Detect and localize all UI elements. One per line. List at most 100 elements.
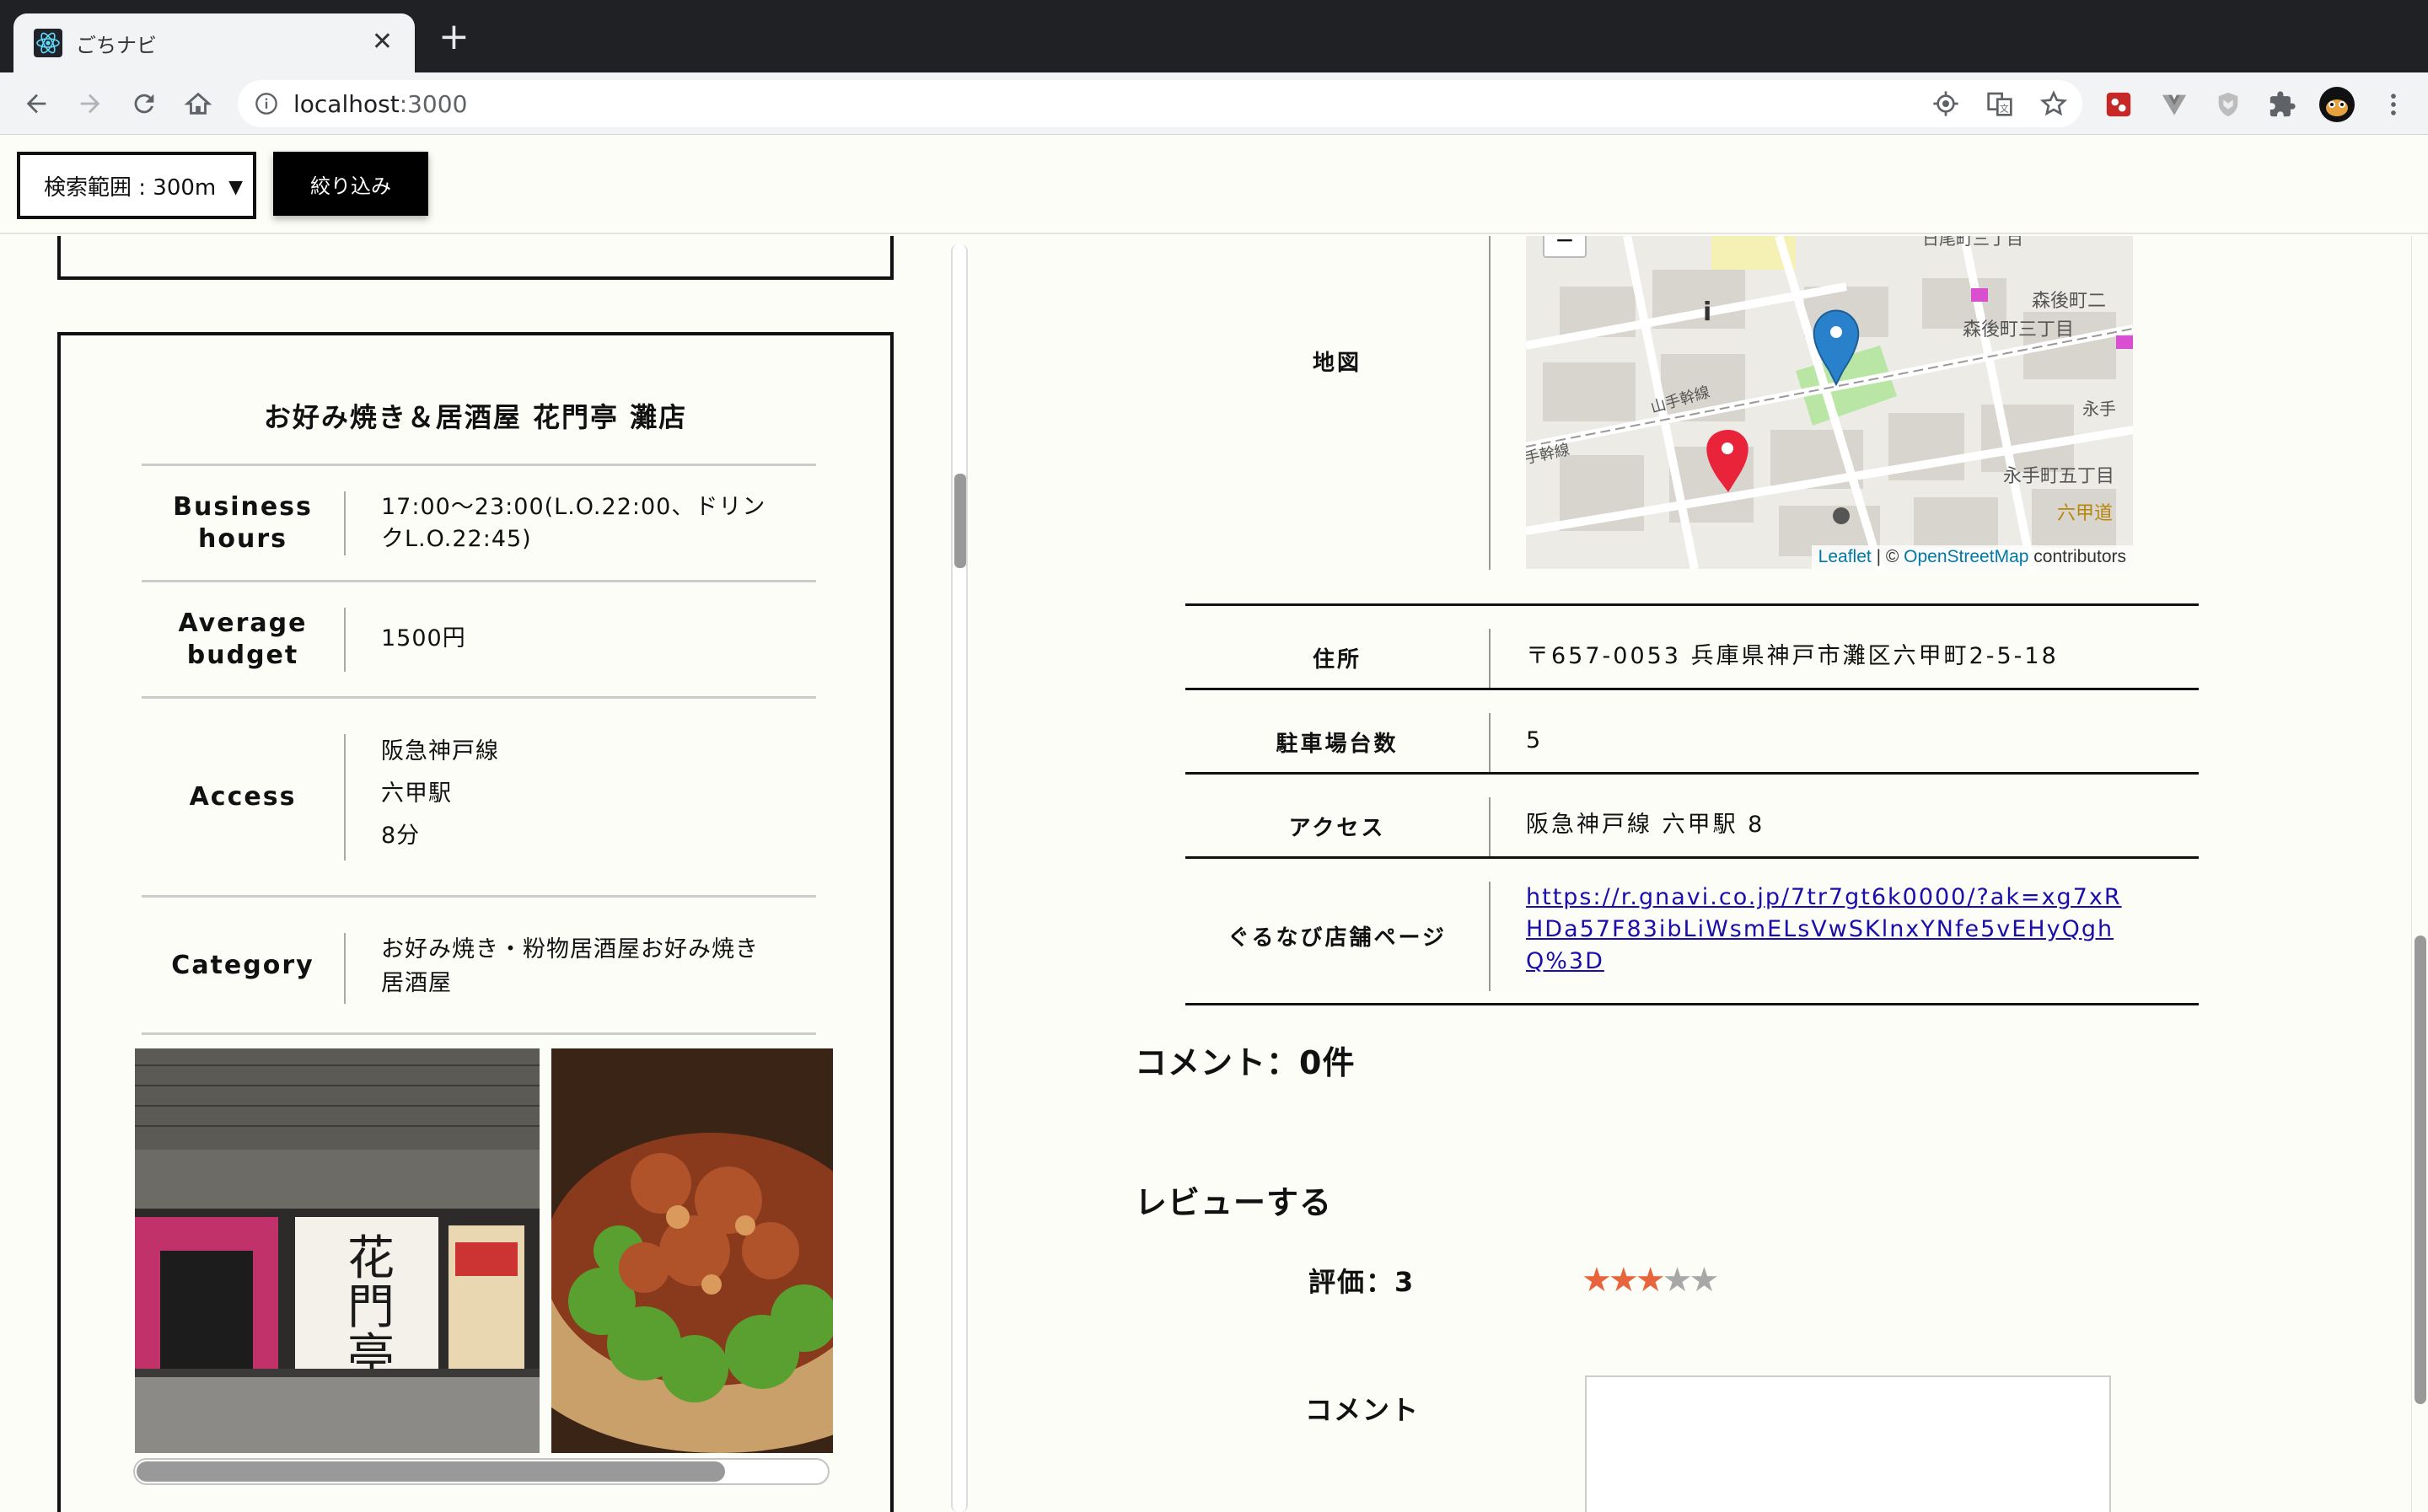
browser-toolbar: localhost:3000 文 bbox=[0, 72, 2428, 135]
shield-extension-icon[interactable] bbox=[2214, 90, 2243, 119]
map-place-label: 六甲道 bbox=[2057, 502, 2113, 523]
review-heading: レビューする bbox=[1135, 1184, 1333, 1221]
star-icon[interactable]: ★ bbox=[1582, 1261, 1612, 1300]
comment-textarea[interactable] bbox=[1585, 1375, 2111, 1512]
divider bbox=[344, 608, 346, 672]
svg-text:花: 花 bbox=[347, 1231, 395, 1286]
star-icon[interactable]: ★ bbox=[1609, 1261, 1639, 1300]
tab-title: ごちナビ bbox=[76, 34, 157, 57]
reload-button[interactable] bbox=[123, 72, 165, 135]
chevron-down-icon: ▼ bbox=[228, 177, 243, 198]
filter-bar: 検索範囲 : 300m ▼ 絞り込み bbox=[0, 135, 2428, 234]
scrollbar-thumb[interactable] bbox=[2415, 936, 2426, 1404]
row-divider bbox=[1185, 1003, 2199, 1005]
arrow-right-icon bbox=[80, 94, 100, 114]
scrollbar-thumb[interactable] bbox=[954, 474, 966, 568]
address-label: 住所 bbox=[1312, 647, 1362, 673]
business-hours-row: Business hours 17:00～23:00(L.O.22:00、ドリン… bbox=[142, 464, 816, 580]
scrollbar-thumb[interactable] bbox=[137, 1461, 725, 1482]
search-range-select[interactable]: 検索範囲 : 300m ▼ bbox=[17, 152, 256, 219]
business-hours-value: 17:00～23:00(L.O.22:00、ドリンクL.O.22:45) bbox=[381, 494, 766, 552]
access-line: 六甲駅 bbox=[381, 780, 452, 807]
address-value: 〒657-0053 兵庫県神戸市灘区六甲町2-5-18 bbox=[1526, 643, 2059, 669]
gnavi-row: ぐるなび店舗ページ https://r.gnavi.co.jp/7tr7gt6k… bbox=[1185, 882, 2199, 991]
info-map-icon: i bbox=[1703, 298, 1711, 327]
star-icon[interactable]: ★ bbox=[1689, 1261, 1719, 1300]
row-divider bbox=[1185, 603, 2199, 606]
leaflet-link[interactable]: Leaflet bbox=[1818, 547, 1872, 566]
svg-text:文: 文 bbox=[2000, 103, 2009, 114]
map-place-label: 永手町五丁目 bbox=[2003, 465, 2114, 486]
shop-photo-carousel[interactable]: 花 門 亭 bbox=[135, 1048, 833, 1453]
puzzle-extensions-icon[interactable] bbox=[2268, 90, 2296, 119]
access-line: 阪急神戸線 bbox=[381, 738, 499, 764]
map-view[interactable]: 森後町三丁目 森後町二 永手町五丁目 六甲道 山手幹線 手幹線 日尾町三丁目 永… bbox=[1526, 236, 2133, 569]
extension-red-icon[interactable] bbox=[2104, 90, 2133, 119]
map-tiles[interactable]: 森後町三丁目 森後町二 永手町五丁目 六甲道 山手幹線 手幹線 日尾町三丁目 永… bbox=[1526, 236, 2133, 569]
left-panel-scrollbar[interactable] bbox=[951, 244, 968, 1512]
react-icon bbox=[34, 29, 62, 57]
access-label: Access bbox=[189, 782, 297, 812]
translate-icon[interactable]: 文 bbox=[1986, 90, 2013, 117]
zoom-out-button[interactable]: − bbox=[1543, 236, 1587, 258]
right-panel-scrollbar[interactable] bbox=[2411, 236, 2428, 1512]
shop-detail-panel: 地図 森後町三丁目 森後町二 永手町五丁目 六甲道 山手幹線 手幹線 日尾町三丁… bbox=[970, 236, 2428, 1512]
rating-stars[interactable]: ★★★★★ bbox=[1582, 1261, 1719, 1300]
temple-icon bbox=[1833, 507, 1850, 524]
info-icon bbox=[255, 93, 277, 115]
comment-label: コメント bbox=[1305, 1394, 1421, 1426]
average-budget-label: Average budget bbox=[178, 609, 308, 670]
storefront-photo: 花 門 亭 bbox=[135, 1048, 540, 1453]
divider bbox=[1489, 713, 1491, 772]
divider bbox=[1489, 882, 1491, 991]
row-divider bbox=[1185, 688, 2199, 690]
location-icon[interactable] bbox=[1932, 90, 1959, 117]
map-place-label: 日尾町三丁目 bbox=[1922, 236, 2023, 249]
shop-card[interactable]: お好み焼き＆居酒屋 花門亭 灘店 Business hours 17:00～23… bbox=[57, 332, 894, 1512]
address-row: 住所 〒657-0053 兵庫県神戸市灘区六甲町2-5-18 bbox=[1185, 629, 2199, 688]
star-icon[interactable]: ★ bbox=[1663, 1261, 1693, 1300]
photo-scrollbar[interactable] bbox=[133, 1458, 830, 1485]
browser-tab[interactable]: ごちナビ ✕ bbox=[13, 13, 415, 72]
parking-row: 駐車場台数 5 bbox=[1185, 713, 2199, 772]
comments-heading: コメント：0件 bbox=[1135, 1044, 1356, 1081]
gnavi-label: ぐるなび店舗ページ bbox=[1227, 925, 1447, 951]
home-icon bbox=[184, 92, 212, 115]
osm-link[interactable]: OpenStreetMap bbox=[1904, 547, 2028, 566]
gnavi-link[interactable]: https://r.gnavi.co.jp/7tr7gt6k0000/?ak=x… bbox=[1526, 882, 2133, 978]
address-bar[interactable]: localhost:3000 文 bbox=[238, 80, 2082, 127]
home-button[interactable] bbox=[177, 72, 219, 135]
avatar[interactable] bbox=[2318, 86, 2355, 123]
new-tab-button[interactable]: + bbox=[438, 19, 470, 56]
okonomiyaki-photo bbox=[551, 1048, 833, 1453]
star-bookmark-icon[interactable] bbox=[2040, 90, 2067, 117]
row-divider bbox=[1185, 856, 2199, 859]
access-row: Access 阪急神戸線 六甲駅 8分 bbox=[142, 696, 816, 895]
divider bbox=[1489, 236, 1491, 570]
map-place-label: 森後町二 bbox=[2032, 290, 2106, 311]
forward-button[interactable] bbox=[69, 72, 111, 135]
url-text: localhost:3000 bbox=[293, 90, 468, 118]
back-button[interactable] bbox=[15, 72, 57, 135]
average-budget-row: Average budget 1500円 bbox=[142, 580, 816, 696]
filter-button[interactable]: 絞り込み bbox=[273, 152, 428, 216]
menu-kebab-icon[interactable] bbox=[2379, 90, 2408, 119]
map-attribution: Leaflet | © OpenStreetMap contributors bbox=[1811, 545, 2133, 569]
access-detail-row: アクセス 阪急神戸線 六甲駅 8 bbox=[1185, 797, 2199, 856]
previous-card-edge bbox=[57, 236, 894, 280]
divider bbox=[344, 933, 346, 1004]
access-line: 8分 bbox=[381, 823, 421, 849]
map-place-label: 森後町三丁目 bbox=[1963, 319, 2074, 340]
reload-icon bbox=[134, 94, 154, 114]
map-place-label: 永手 bbox=[2082, 399, 2116, 419]
category-row: Category お好み焼き・粉物居酒屋お好み焼き居酒屋 bbox=[142, 895, 816, 1035]
vue-devtools-icon[interactable] bbox=[2160, 90, 2189, 119]
close-tab-icon[interactable]: ✕ bbox=[372, 25, 393, 59]
shop-list-panel: お好み焼き＆居酒屋 花門亭 灘店 Business hours 17:00～23… bbox=[0, 236, 944, 1512]
divider bbox=[344, 734, 346, 861]
star-icon[interactable]: ★ bbox=[1636, 1261, 1666, 1300]
divider bbox=[1489, 797, 1491, 856]
divider bbox=[1489, 629, 1491, 688]
category-value: お好み焼き・粉物居酒屋お好み焼き居酒屋 bbox=[381, 936, 759, 996]
map-label: 地図 bbox=[1312, 351, 1362, 376]
